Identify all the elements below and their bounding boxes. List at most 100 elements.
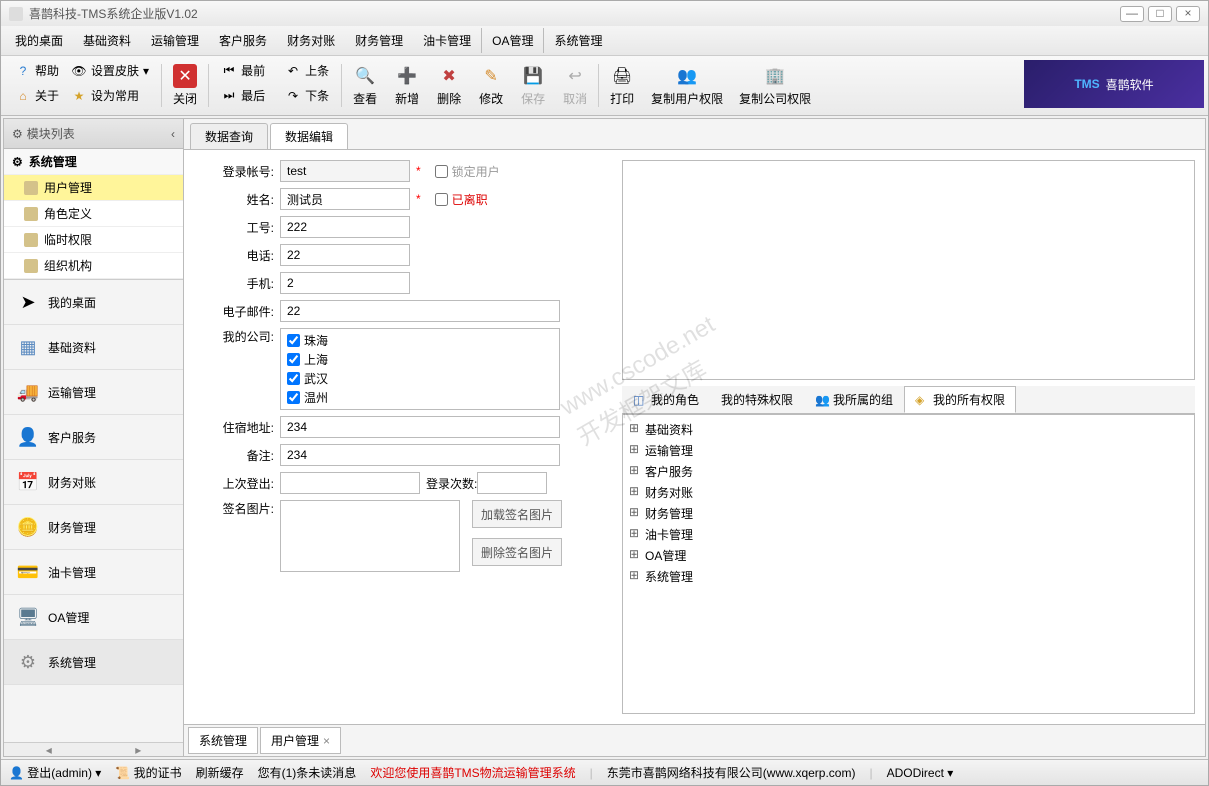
nav-system[interactable]: ⚙系统管理 <box>4 640 183 685</box>
input-remark[interactable] <box>280 444 560 466</box>
menu-transport[interactable]: 运输管理 <box>141 28 209 53</box>
nav-transport[interactable]: 🚚运输管理 <box>4 370 183 415</box>
menu-basic[interactable]: 基础资料 <box>73 28 141 53</box>
refresh-button[interactable]: 刷新缓存 <box>196 764 244 781</box>
next-button[interactable]: ↷下条 <box>281 85 333 106</box>
input-address[interactable] <box>280 416 560 438</box>
close-window-button[interactable]: × <box>1176 6 1200 22</box>
perm-item[interactable]: 系统管理 <box>627 566 1190 587</box>
perm-item[interactable]: 运输管理 <box>627 440 1190 461</box>
nav-customer[interactable]: 👤客户服务 <box>4 415 183 460</box>
menu-finance-recon[interactable]: 财务对账 <box>277 28 345 53</box>
title-bar: 喜鹊科技-TMS系统企业版V1.02 — □ × <box>1 1 1208 26</box>
cert-button[interactable]: 📜 我的证书 <box>115 764 181 781</box>
tab-edit[interactable]: 数据编辑 <box>270 123 348 149</box>
company-item[interactable]: 珠海 <box>283 331 557 350</box>
maximize-button[interactable]: □ <box>1148 6 1172 22</box>
input-account[interactable] <box>280 160 410 182</box>
perm-item[interactable]: 财务对账 <box>627 482 1190 503</box>
nav-fuelcard[interactable]: 💳油卡管理 <box>4 550 183 595</box>
print-button[interactable]: 🖨打印 <box>601 60 643 111</box>
edit-button[interactable]: ✎修改 <box>470 60 512 111</box>
copy-user-perm-button[interactable]: 👥复制用户权限 <box>643 60 731 111</box>
cube-icon: ◈ <box>915 393 929 407</box>
nav-desktop[interactable]: ➤我的桌面 <box>4 280 183 325</box>
add-button[interactable]: ➕新增 <box>386 60 428 111</box>
help-button[interactable]: ?帮助 <box>11 60 63 81</box>
skin-button[interactable]: 👁设置皮肤▾ <box>67 60 153 81</box>
perm-item[interactable]: OA管理 <box>627 545 1190 566</box>
nav-basic[interactable]: ▦基础资料 <box>4 325 183 370</box>
menu-customer[interactable]: 客户服务 <box>209 28 277 53</box>
edit-icon: ✎ <box>479 64 503 88</box>
input-email[interactable] <box>280 300 560 322</box>
tree-root-system[interactable]: ⚙系统管理 <box>4 149 183 175</box>
nav-fin-mgmt[interactable]: 🪙财务管理 <box>4 505 183 550</box>
menu-system[interactable]: 系统管理 <box>543 28 612 53</box>
menu-finance-mgmt[interactable]: 财务管理 <box>345 28 413 53</box>
checkbox-locked[interactable]: 锁定用户 <box>435 163 500 180</box>
chevron-left-icon[interactable]: ‹ <box>171 127 175 141</box>
signature-image <box>280 500 460 572</box>
company-item[interactable]: 上海 <box>283 350 557 369</box>
nav-fin-recon[interactable]: 📅财务对账 <box>4 460 183 505</box>
ado-button[interactable]: ADODirect ▾ <box>887 766 954 780</box>
perm-item[interactable]: 财务管理 <box>627 503 1190 524</box>
delete-button[interactable]: ✖删除 <box>428 60 470 111</box>
copy-company-perm-button[interactable]: 🏢复制公司权限 <box>731 60 819 111</box>
first-button[interactable]: ⏮最前 <box>217 60 269 81</box>
company-list: 珠海 上海 武汉 温州 <box>280 328 560 410</box>
toolbar: ?帮助 👁设置皮肤▾ ⌂关于 ★设为常用 ✕关闭 ⏮最前 ⏭最后 ↶上条 ↷下条… <box>1 56 1208 116</box>
scroll-right[interactable]: ▸ <box>94 743 184 756</box>
scroll-left[interactable]: ◂ <box>4 743 94 756</box>
last-button[interactable]: ⏭最后 <box>217 85 269 106</box>
minimize-button[interactable]: — <box>1120 6 1144 22</box>
tree-item-temp-perm[interactable]: 临时权限 <box>4 227 183 253</box>
logout-button[interactable]: 👤 登出(admin) ▾ <box>9 764 101 781</box>
menu-desktop[interactable]: 我的桌面 <box>5 28 73 53</box>
tree-item-user-mgmt[interactable]: 用户管理 <box>4 175 183 201</box>
input-logincount[interactable] <box>477 472 547 494</box>
company-item[interactable]: 温州 <box>283 388 557 407</box>
menu-oa[interactable]: OA管理 <box>481 28 543 53</box>
perm-item[interactable]: 客户服务 <box>627 461 1190 482</box>
user-icon: 👤 <box>16 425 40 449</box>
save-icon: 💾 <box>521 64 545 88</box>
checkbox-resigned[interactable]: 已离职 <box>435 191 488 208</box>
view-button[interactable]: 🔍查看 <box>344 60 386 111</box>
close-tab-icon[interactable]: × <box>323 734 330 748</box>
tab-my-roles[interactable]: ◫我的角色 <box>622 386 710 413</box>
tab-my-groups[interactable]: 👥我所属的组 <box>804 386 904 413</box>
prev-button[interactable]: ↶上条 <box>281 60 333 81</box>
tree-item-org[interactable]: 组织机构 <box>4 253 183 279</box>
input-name[interactable] <box>280 188 410 210</box>
tab-all-perm[interactable]: ◈我的所有权限 <box>904 386 1016 413</box>
company-item[interactable]: 武汉 <box>283 369 557 388</box>
label-email: 电子邮件: <box>194 303 274 320</box>
input-empno[interactable] <box>280 216 410 238</box>
perm-item[interactable]: 基础资料 <box>627 419 1190 440</box>
set-common-button[interactable]: ★设为常用 <box>67 85 143 106</box>
company-text: 东莞市喜鹊网络科技有限公司(www.xqerp.com) <box>607 764 856 781</box>
delete-signature-button[interactable]: 删除签名图片 <box>472 538 562 566</box>
bottom-tab-user[interactable]: 用户管理× <box>260 727 341 754</box>
tree-item-role[interactable]: 角色定义 <box>4 201 183 227</box>
eye-icon: 👁 <box>71 63 87 79</box>
tab-special-perm[interactable]: 我的特殊权限 <box>710 386 804 413</box>
input-lastlogin[interactable] <box>280 472 420 494</box>
tab-query[interactable]: 数据查询 <box>190 123 268 149</box>
bottom-tab-system[interactable]: 系统管理 <box>188 727 258 754</box>
perm-item[interactable]: 油卡管理 <box>627 524 1190 545</box>
gear-icon: ⚙ <box>12 127 23 141</box>
input-mobile[interactable] <box>280 272 410 294</box>
input-phone[interactable] <box>280 244 410 266</box>
label-empno: 工号: <box>194 219 274 236</box>
nav-oa[interactable]: 🖥OA管理 <box>4 595 183 640</box>
card-icon: 💳 <box>16 560 40 584</box>
about-button[interactable]: ⌂关于 <box>11 85 63 106</box>
form-area: 登录帐号: * 锁定用户 姓名: * 已离职 工号: 电话: 手机: 电子邮件: <box>184 150 1205 724</box>
menu-fuelcard[interactable]: 油卡管理 <box>413 28 481 53</box>
load-signature-button[interactable]: 加载签名图片 <box>472 500 562 528</box>
close-button[interactable]: ✕关闭 <box>164 60 206 111</box>
unread-msg[interactable]: 您有(1)条未读消息 <box>258 764 357 781</box>
